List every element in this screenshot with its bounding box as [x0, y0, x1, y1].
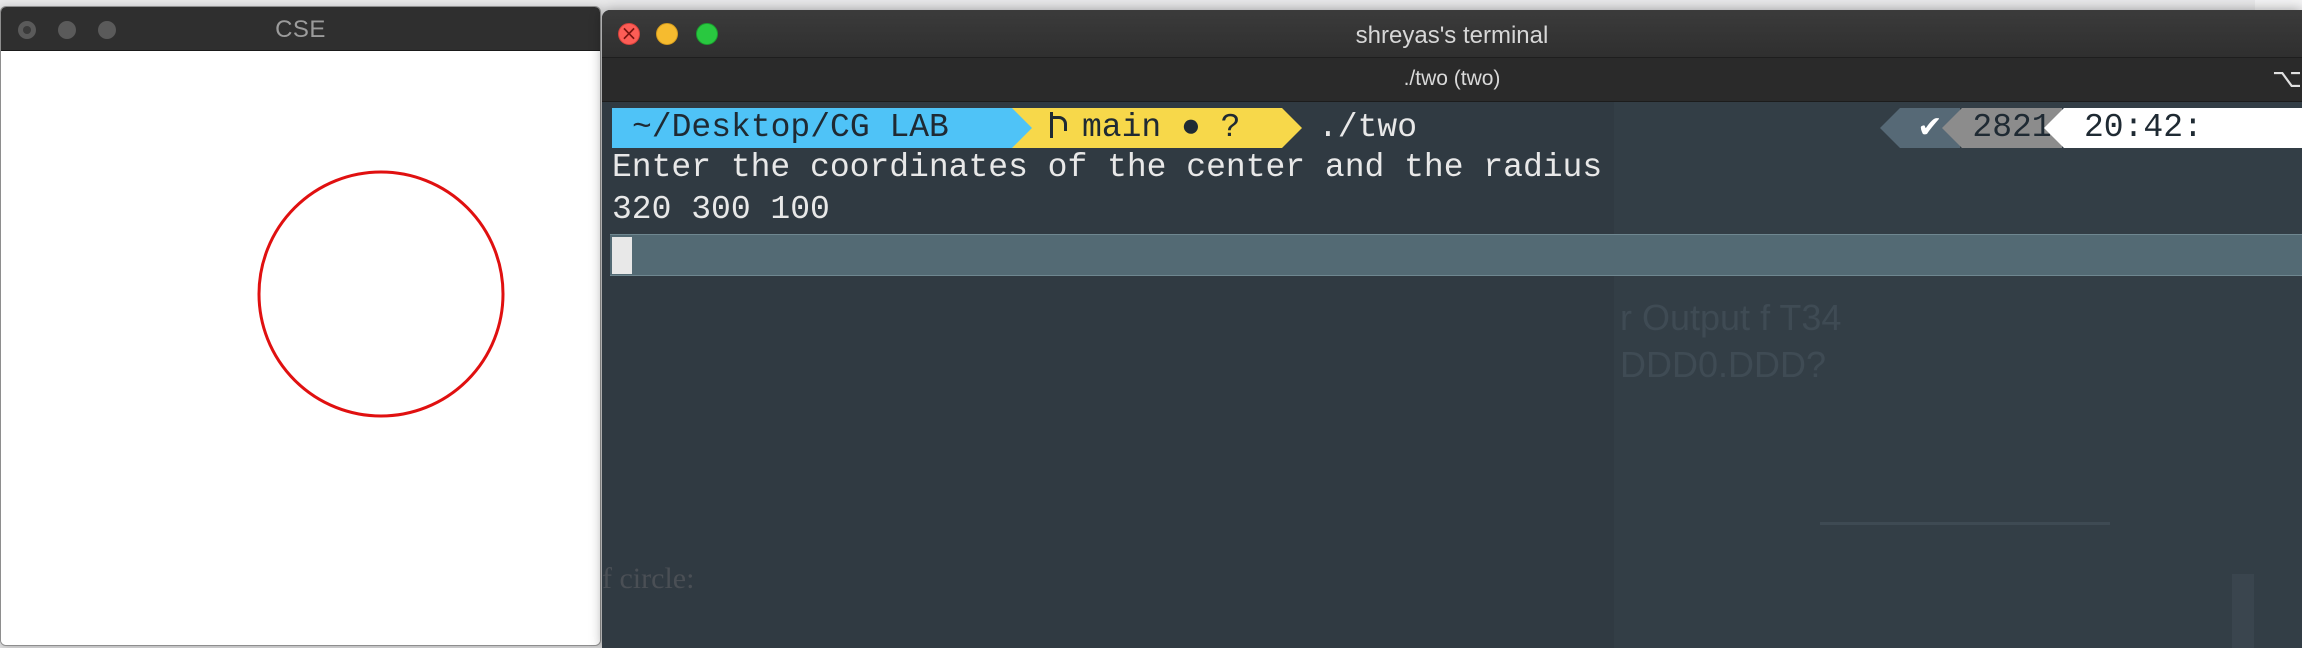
git-branch-name: main [1082, 109, 1162, 146]
terminal-content[interactable]: r Output f T34 DDD0.DDD? f circle: ~/Des… [602, 102, 2302, 648]
ghost-text: DDD0.DDD? [1620, 344, 1827, 385]
window-title: CSE [275, 16, 326, 43]
text-cursor [612, 237, 632, 274]
current-input-row[interactable] [610, 234, 2302, 276]
window-title: shreyas's terminal [1355, 22, 1549, 49]
git-branch-icon [1046, 110, 1068, 140]
powerline-separator [2044, 108, 2064, 148]
terminal-window[interactable]: shreyas's terminal ./two (two) ⌥ r Outpu… [602, 10, 2302, 648]
prompt-time: 20:42: [2064, 108, 2302, 148]
powerline-separator [1012, 108, 1032, 148]
powerline-separator [1942, 108, 1962, 148]
output-line: Enter the coordinates of the center and … [612, 149, 1603, 186]
terminal-titlebar[interactable]: shreyas's terminal [602, 10, 2302, 58]
drawing-canvas[interactable] [1, 51, 600, 645]
prompt-path-segment: ~/Desktop/CG LAB [612, 108, 1012, 148]
git-status-marks: ● ? [1181, 109, 1241, 146]
option-key-icon: ⌥ [2272, 64, 2302, 94]
circle-drawing [257, 170, 505, 418]
prompt-command: ./two [1318, 109, 1418, 146]
prompt-line: ~/Desktop/CG LAB main ● ? ./two ✔ 2821 2… [612, 108, 2302, 148]
powerline-separator [1282, 108, 1302, 148]
ghost-scrollbar [2232, 574, 2254, 648]
tab-title: ./two (two) [1403, 67, 1501, 90]
ghost-text: r Output f T34 [1620, 297, 1842, 338]
input-line: 320 300 100 [612, 191, 830, 228]
cse-titlebar[interactable]: CSE [1, 7, 600, 51]
drawn-circle [257, 170, 505, 418]
terminal-tab-bar[interactable]: ./two (two) ⌥ [602, 58, 2302, 102]
cse-window[interactable]: CSE [0, 6, 601, 646]
prompt-git-segment: main ● ? [1012, 108, 1282, 148]
ghost-divider [1820, 522, 2110, 525]
powerline-separator [1880, 108, 1900, 148]
